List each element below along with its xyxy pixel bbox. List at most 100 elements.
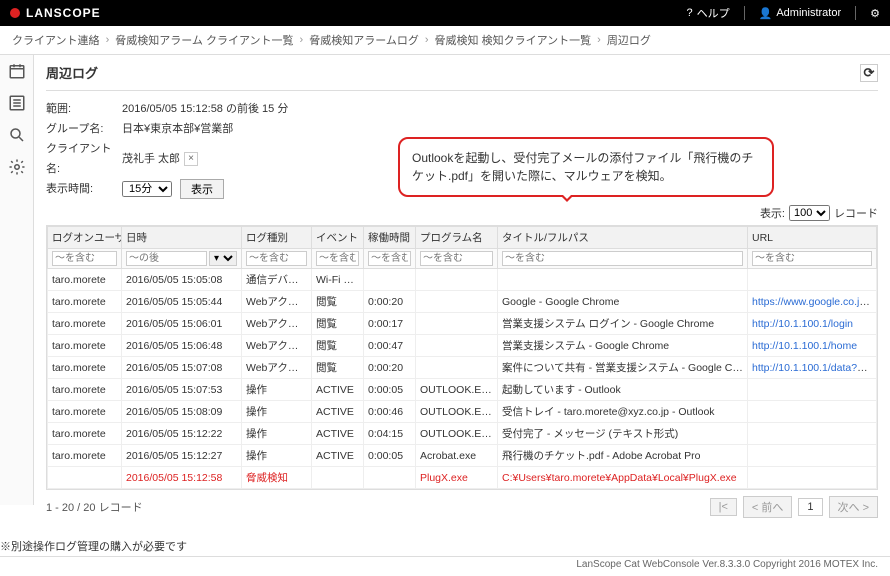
sidebar-calendar-icon[interactable] <box>7 61 27 81</box>
table-row[interactable]: taro.morete2016/05/05 15:05:08通信デバイスWi-F… <box>48 269 877 291</box>
col-datetime[interactable]: 日時 <box>122 227 242 249</box>
range-label: 範囲: <box>46 99 122 119</box>
copyright: LanScope Cat WebConsole Ver.8.3.3.0 Copy… <box>0 556 890 576</box>
table-cell: https://www.google.co.jp/webhp?sourceid=… <box>748 291 877 313</box>
page-size-select[interactable]: 100 <box>789 205 830 221</box>
table-cell: Wi-Fi 接続 <box>312 269 364 291</box>
table-cell: taro.morete <box>48 313 122 335</box>
table-cell: OUTLOOK.EXE <box>416 401 498 423</box>
table-cell: OUTLOOK.EXE <box>416 423 498 445</box>
filter-kind-input[interactable] <box>246 251 307 266</box>
filter-url-input[interactable] <box>752 251 872 266</box>
url-link[interactable]: http://10.1.100.1/login <box>752 318 853 330</box>
filter-title-input[interactable] <box>502 251 743 266</box>
table-row[interactable]: taro.morete2016/05/05 15:06:01Webアクセス閲覧0… <box>48 313 877 335</box>
pager-first-button[interactable]: |< <box>710 498 737 516</box>
table-cell: http://10.1.100.1/home <box>748 335 877 357</box>
help-icon: ? <box>687 7 693 19</box>
brand-name: LANSCOPE <box>26 6 101 20</box>
table-cell: 0:00:17 <box>364 313 416 335</box>
time-range-select[interactable]: 15分 <box>122 181 172 197</box>
crumb[interactable]: 脅威検知 検知クライアント一覧 <box>435 32 592 48</box>
filter-duration-input[interactable] <box>368 251 411 266</box>
table-cell: taro.morete <box>48 357 122 379</box>
pager-page-number: 1 <box>798 498 822 516</box>
table-cell: ACTIVE <box>312 379 364 401</box>
user-menu[interactable]: 👤Administrator <box>759 7 842 20</box>
refresh-button[interactable]: ⟳ <box>860 64 878 82</box>
table-header-row: ログオンユーザー名 日時 ログ種別 イベント 稼働時間 プログラム名 タイトル/… <box>48 227 877 249</box>
filter-datetime-op[interactable]: ▾ <box>209 251 237 266</box>
user-icon: 👤 <box>759 7 773 20</box>
sidebar-settings-icon[interactable] <box>7 157 27 177</box>
table-cell: 受信トレイ - taro.morete@xyz.co.jp - Outlook <box>498 401 748 423</box>
table-cell: 2016/05/05 15:12:22 <box>122 423 242 445</box>
table-cell: 2016/05/05 15:12:58 <box>122 467 242 489</box>
col-user[interactable]: ログオンユーザー名 <box>48 227 122 249</box>
crumb[interactable]: 脅威検知アラームログ <box>309 32 419 48</box>
display-label: 表示: <box>760 205 785 221</box>
client-value: 茂礼手 太郎 <box>122 149 180 169</box>
col-url[interactable]: URL <box>748 227 877 249</box>
filter-event-input[interactable] <box>316 251 359 266</box>
main-content: 周辺ログ ⟳ Outlookを起動し、受付完了メールの添付ファイル「飛行機のチケ… <box>34 55 890 532</box>
table-cell: 0:00:05 <box>364 379 416 401</box>
table-cell <box>364 467 416 489</box>
table-cell: taro.morete <box>48 379 122 401</box>
sidebar-list-icon[interactable] <box>7 93 27 113</box>
table-cell: http://10.1.100.1/data?19223 <box>748 357 877 379</box>
settings-button[interactable]: ⚙ <box>870 7 880 20</box>
table-cell: 2016/05/05 15:05:44 <box>122 291 242 313</box>
sidebar-search-icon[interactable] <box>7 125 27 145</box>
table-cell <box>48 467 122 489</box>
brand-dot-icon <box>10 8 20 18</box>
col-duration[interactable]: 稼働時間 <box>364 227 416 249</box>
table-cell: 案件について共有 - 営業支援システム - Google Chrome <box>498 357 748 379</box>
table-cell: taro.morete <box>48 423 122 445</box>
table-cell <box>748 401 877 423</box>
filter-program-input[interactable] <box>420 251 493 266</box>
url-link[interactable]: https://www.google.co.jp/webhp?sourceid=… <box>752 296 877 308</box>
table-cell: 営業支援システム ログイン - Google Chrome <box>498 313 748 335</box>
col-kind[interactable]: ログ種別 <box>242 227 312 249</box>
table-row[interactable]: taro.morete2016/05/05 15:06:48Webアクセス閲覧0… <box>48 335 877 357</box>
annotation-callout: Outlookを起動し、受付完了メールの添付ファイル「飛行機のチケット.pdf」… <box>398 137 774 197</box>
filter-user-input[interactable] <box>52 251 117 266</box>
log-table-container[interactable]: ログオンユーザー名 日時 ログ種別 イベント 稼働時間 プログラム名 タイトル/… <box>46 225 878 490</box>
table-cell <box>364 269 416 291</box>
filter-datetime-input[interactable] <box>126 251 207 266</box>
table-cell <box>748 467 877 489</box>
crumb[interactable]: 脅威検知アラーム クライアント一覧 <box>115 32 293 48</box>
table-row[interactable]: taro.morete2016/05/05 15:07:08Webアクセス閲覧0… <box>48 357 877 379</box>
table-cell <box>416 313 498 335</box>
col-program[interactable]: プログラム名 <box>416 227 498 249</box>
show-button[interactable]: 表示 <box>180 179 224 199</box>
clear-client-button[interactable]: × <box>184 152 198 166</box>
table-cell: http://10.1.100.1/login <box>748 313 877 335</box>
table-row[interactable]: 2016/05/05 15:12:58脅威検知PlugX.exeC:¥Users… <box>48 467 877 489</box>
table-cell: PlugX.exe <box>416 467 498 489</box>
table-row[interactable]: taro.morete2016/05/05 15:12:27操作ACTIVE0:… <box>48 445 877 467</box>
table-row[interactable]: taro.morete2016/05/05 15:12:22操作ACTIVE0:… <box>48 423 877 445</box>
url-link[interactable]: http://10.1.100.1/data?19223 <box>752 362 877 374</box>
table-cell: 閲覧 <box>312 335 364 357</box>
table-cell: 0:04:15 <box>364 423 416 445</box>
gear-icon: ⚙ <box>870 7 880 20</box>
pager-next-button[interactable]: 次へ > <box>829 496 878 518</box>
table-row[interactable]: taro.morete2016/05/05 15:08:09操作ACTIVE0:… <box>48 401 877 423</box>
pager-prev-button[interactable]: < 前へ <box>743 496 792 518</box>
table-cell: 受付完了 - メッセージ (テキスト形式) <box>498 423 748 445</box>
table-cell: taro.morete <box>48 445 122 467</box>
table-cell <box>416 269 498 291</box>
table-row[interactable]: taro.morete2016/05/05 15:05:44Webアクセス閲覧0… <box>48 291 877 313</box>
col-event[interactable]: イベント <box>312 227 364 249</box>
table-cell: 通信デバイス <box>242 269 312 291</box>
table-cell: 2016/05/05 15:08:09 <box>122 401 242 423</box>
col-title[interactable]: タイトル/フルパス <box>498 227 748 249</box>
url-link[interactable]: http://10.1.100.1/home <box>752 340 857 352</box>
table-row[interactable]: taro.morete2016/05/05 15:07:53操作ACTIVE0:… <box>48 379 877 401</box>
group-label: グループ名: <box>46 119 122 139</box>
table-cell: ACTIVE <box>312 423 364 445</box>
crumb[interactable]: クライアント連絡 <box>12 32 100 48</box>
help-link[interactable]: ?ヘルプ <box>687 5 730 21</box>
